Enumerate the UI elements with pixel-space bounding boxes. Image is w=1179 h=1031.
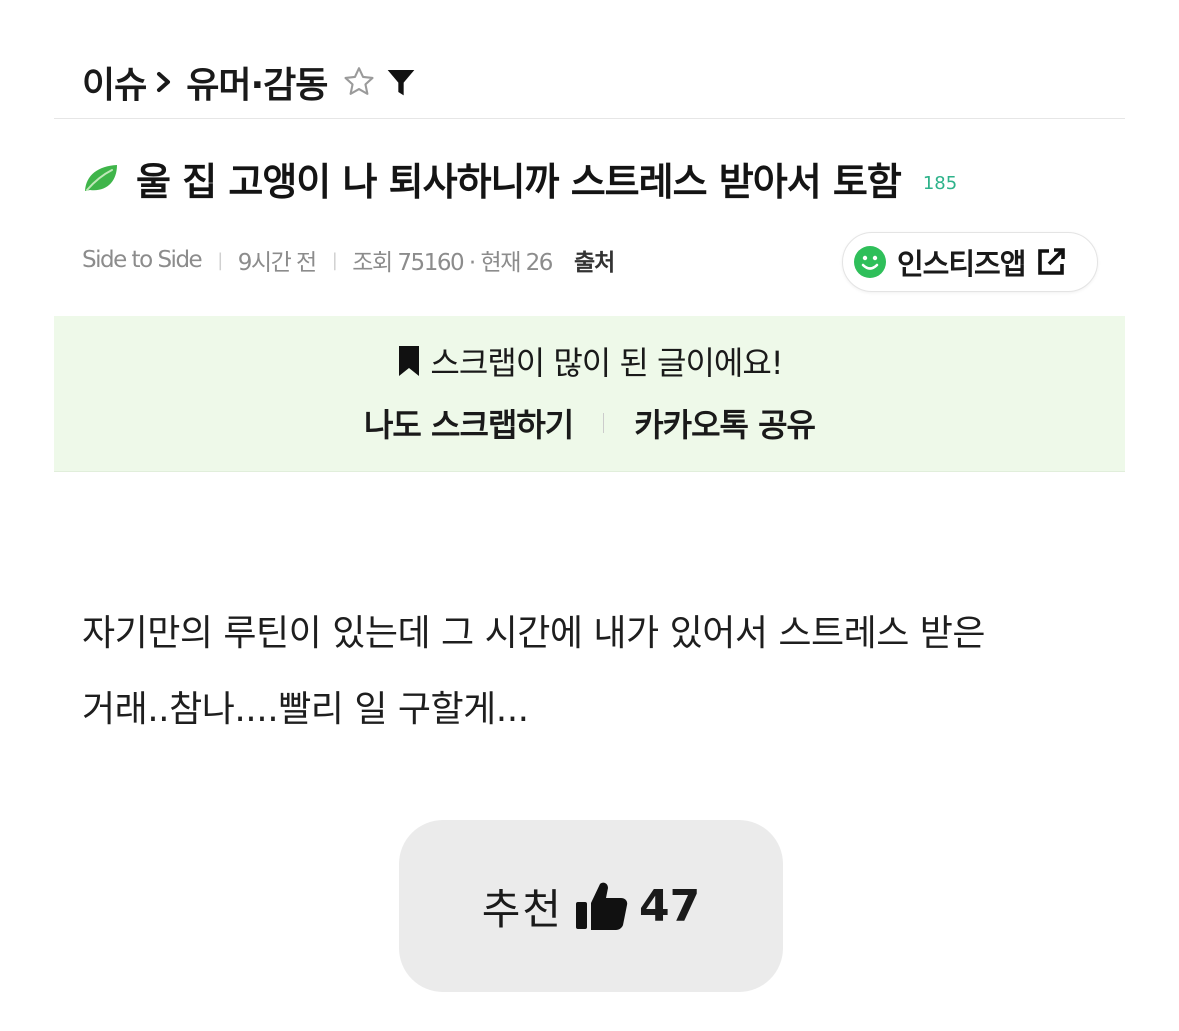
filter-icon[interactable]: [385, 65, 417, 99]
source-link[interactable]: 출처: [574, 243, 615, 277]
star-outline-icon[interactable]: [341, 64, 377, 100]
post-title: 울 집 고앵이 나 퇴사하니까 스트레스 받아서 토함: [136, 159, 902, 204]
recommend-button[interactable]: 추천 47: [399, 820, 783, 992]
bookmark-icon: [399, 346, 420, 376]
leaf-icon: [85, 165, 117, 191]
kakaotalk-share-button[interactable]: 카카오톡 공유: [634, 400, 816, 446]
post-meta: Side to Side | 9시간 전 | 조회 75160 · 현재 26 …: [82, 240, 615, 280]
meta-separator: |: [331, 249, 338, 271]
divider: [54, 118, 1125, 119]
meta-separator: |: [217, 249, 223, 271]
breadcrumb-section[interactable]: 이슈: [82, 56, 147, 108]
scrap-banner: 스크랩이 많이 된 글이에요! 나도 스크랩하기 카카오톡 공유: [54, 316, 1125, 472]
scrap-message-row: 스크랩이 많이 된 글이에요!: [54, 338, 1125, 384]
open-app-label: 인스티즈앱: [897, 247, 1026, 281]
post-body-line: 자기만의 루틴이 있는데 그 시간에 내가 있어서 스트레스 받은: [82, 613, 986, 654]
breadcrumb-category[interactable]: 유머·감동: [186, 56, 328, 108]
thumbs-up-icon: [576, 882, 628, 930]
chevron-right-icon: [157, 72, 171, 92]
scrap-message: 스크랩이 많이 된 글이에요!: [430, 344, 783, 382]
smile-icon: [854, 246, 886, 278]
breadcrumb: 이슈 유머·감동: [82, 56, 417, 108]
post-title-row: 울 집 고앵이 나 퇴사하니까 스트레스 받아서 토함 185: [82, 148, 957, 208]
open-app-button[interactable]: 인스티즈앱: [842, 232, 1098, 292]
recommend-count: 47: [639, 880, 701, 932]
view-count: 조회 75160 · 현재 26: [352, 250, 553, 276]
action-separator: [603, 413, 605, 433]
scrap-actions: 나도 스크랩하기 카카오톡 공유: [54, 400, 1125, 446]
author-name[interactable]: Side to Side: [82, 247, 203, 273]
recommend-label: 추천: [481, 884, 564, 934]
post-time: 9시간 전: [237, 250, 317, 276]
post-body: 자기만의 루틴이 있는데 그 시간에 내가 있어서 스트레스 받은 거래..참나…: [82, 596, 1122, 748]
external-link-icon: [1038, 248, 1066, 275]
comment-count[interactable]: 185: [923, 173, 957, 194]
post-body-line: 거래..참나....빨리 일 구할게...: [82, 689, 529, 730]
scrap-button[interactable]: 나도 스크랩하기: [364, 400, 574, 446]
page: 이슈 유머·감동 울 집 고앵이 나 퇴사하니까 스트레스 받아서 토함 185…: [0, 0, 1179, 1031]
